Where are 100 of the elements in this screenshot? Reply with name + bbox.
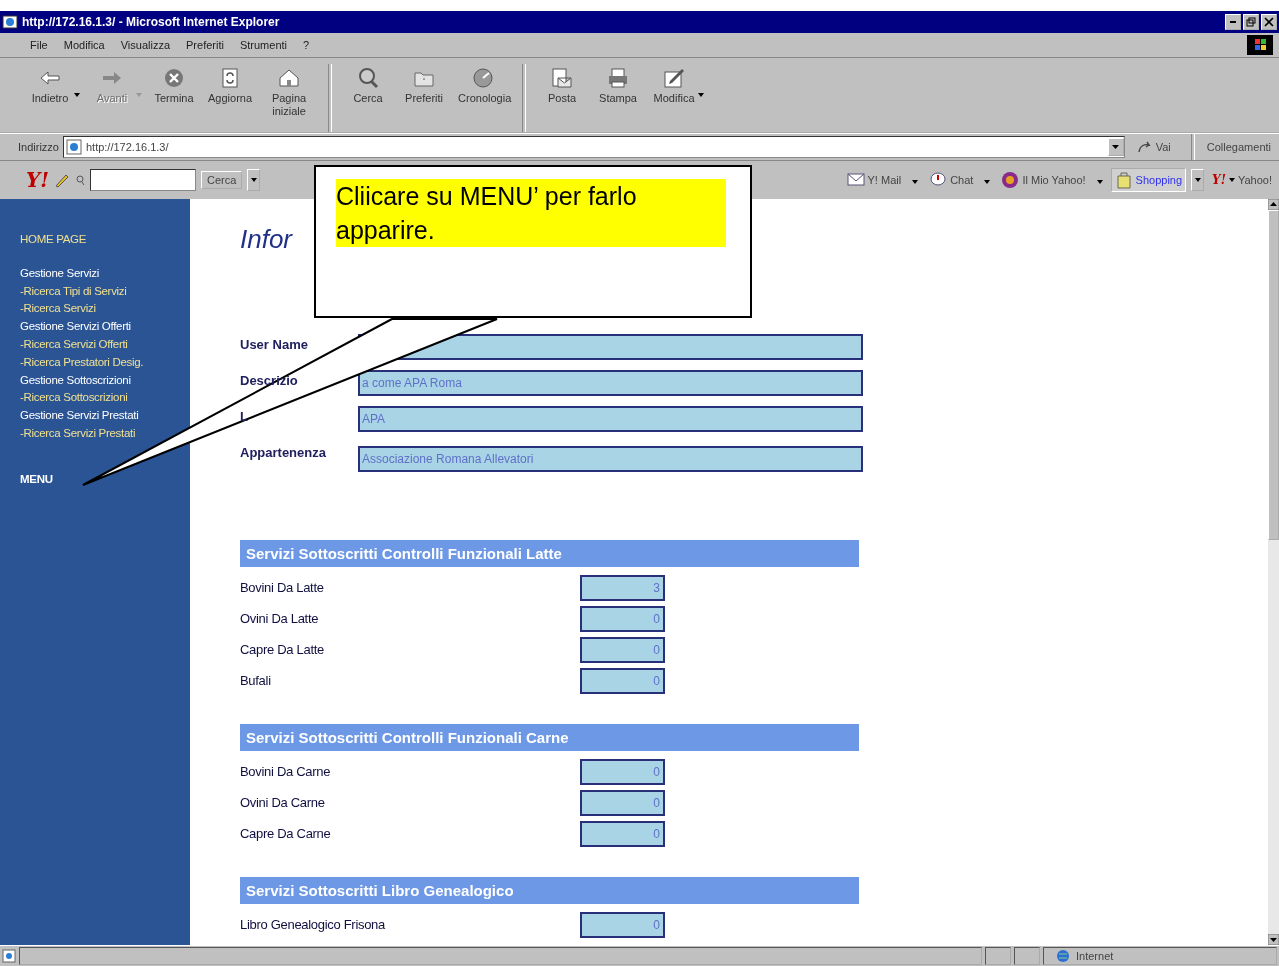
toolbar-button[interactable]: Termina bbox=[146, 64, 202, 107]
status-panel bbox=[1014, 947, 1040, 965]
toolbar-button[interactable]: Posta bbox=[534, 64, 591, 107]
menu-item[interactable]: Strumenti bbox=[239, 39, 287, 51]
search-icon[interactable] bbox=[75, 173, 86, 187]
number-field[interactable]: 0 bbox=[580, 605, 665, 632]
field-label: Bovini Da Carne bbox=[240, 764, 332, 779]
sidebar-link[interactable]: -Ricerca Tipi di Servizi bbox=[20, 282, 127, 301]
caret-icon bbox=[1194, 178, 1201, 182]
field-label: Ovini Da Carne bbox=[240, 795, 326, 810]
field-label: Ovini Da Latte bbox=[240, 611, 320, 626]
number-field[interactable]: 0 bbox=[580, 789, 665, 816]
close-button[interactable] bbox=[1261, 14, 1277, 30]
status-panel bbox=[985, 947, 1011, 965]
toolbar-button[interactable]: Modifica bbox=[646, 64, 699, 107]
speech-bubble-icon bbox=[929, 171, 948, 189]
go-button[interactable]: Vai bbox=[1128, 140, 1179, 154]
restore-button[interactable] bbox=[1243, 14, 1259, 30]
number-field[interactable]: 0 bbox=[580, 758, 665, 785]
toolbar-button[interactable]: Il Mio Yahoo! bbox=[998, 169, 1089, 191]
sidebar-link[interactable]: -Ricerca Servizi Prestati bbox=[20, 424, 136, 443]
toolbar-button[interactable]: Shopping bbox=[1110, 168, 1187, 192]
page-icon bbox=[2, 949, 16, 963]
search-field[interactable] bbox=[90, 169, 197, 191]
sidebar-link[interactable]: Gestione Servizi Offerti bbox=[20, 318, 131, 336]
caret-icon bbox=[698, 93, 705, 97]
section-header: Servizi Sottoscritti Controlli Funzionali Latte bbox=[240, 540, 859, 567]
sidebar-link[interactable]: -Ricerca Servizi bbox=[20, 300, 96, 319]
caret-icon bbox=[912, 180, 919, 184]
number-field[interactable]: 0 bbox=[580, 820, 665, 847]
number-field[interactable]: 0 bbox=[580, 911, 665, 938]
pencil-icon[interactable] bbox=[54, 172, 71, 188]
toolbar-button[interactable]: Stampa bbox=[590, 64, 647, 107]
page-icon bbox=[65, 139, 82, 155]
windows-logo-icon bbox=[1247, 35, 1273, 55]
yahoo-logo[interactable]: Y! bbox=[26, 168, 50, 192]
toolbar-button[interactable]: Y! Mail bbox=[843, 169, 905, 191]
round-logo-icon bbox=[1001, 171, 1020, 189]
address-field[interactable]: http://172.16.1.3/ bbox=[62, 136, 1125, 158]
dropdown-caret[interactable] bbox=[1191, 169, 1205, 191]
status-zone: Internet bbox=[1043, 947, 1277, 965]
toolbar-button[interactable]: Cerca bbox=[340, 64, 397, 107]
field-label: Capre Da Carne bbox=[240, 826, 332, 841]
mail-icon bbox=[550, 66, 575, 90]
caret-icon bbox=[1112, 145, 1120, 149]
menu-link[interactable]: MENU bbox=[20, 470, 53, 489]
shopping-bag-icon bbox=[1114, 171, 1133, 189]
section-header: Servizi Sottoscritti Controlli Funzionali Carne bbox=[240, 724, 859, 751]
field-label: Libro Genealogico Frisona bbox=[240, 917, 386, 932]
toolbar-button[interactable]: Aggiorna bbox=[202, 64, 259, 107]
envelope-icon bbox=[846, 171, 865, 189]
field-label: Capre Da Latte bbox=[240, 642, 325, 657]
field-label: Bufali bbox=[240, 673, 272, 688]
edit-page-icon bbox=[662, 66, 687, 90]
dropdown-button[interactable] bbox=[247, 169, 261, 191]
field-label: Bovini Da Latte bbox=[240, 580, 325, 595]
toolbar-button[interactable]: Pagina iniziale bbox=[258, 64, 321, 120]
toolbar-button[interactable]: Chat bbox=[926, 169, 977, 191]
browser-icon bbox=[2, 14, 18, 30]
number-field[interactable]: 0 bbox=[580, 667, 665, 694]
field-label: User Name bbox=[240, 336, 309, 354]
callout-text: Cliicare su MENU’ per farlo apparire. bbox=[336, 179, 726, 247]
minimize-icon bbox=[1230, 21, 1236, 23]
caret-icon bbox=[1096, 180, 1103, 184]
caret-icon bbox=[74, 93, 80, 97]
close-icon bbox=[1264, 17, 1274, 27]
sidebar-link[interactable]: Gestione Servizi bbox=[20, 264, 99, 283]
minimize-button[interactable] bbox=[1225, 14, 1241, 30]
dropdown-button[interactable] bbox=[1107, 138, 1124, 156]
search-button[interactable]: Cerca bbox=[201, 171, 243, 189]
menu-item[interactable]: Modifica bbox=[63, 39, 105, 51]
restore-icon bbox=[1246, 17, 1256, 27]
menu-item[interactable]: Visualizza bbox=[120, 39, 171, 51]
number-field[interactable]: 0 bbox=[580, 636, 665, 663]
caret-icon bbox=[1228, 178, 1235, 182]
links-button[interactable]: Collegamenti bbox=[1206, 141, 1275, 153]
yahoo-button[interactable]: Y! Yahoo! bbox=[1209, 171, 1275, 189]
go-arrow-icon bbox=[1136, 140, 1153, 154]
stop-icon bbox=[162, 66, 186, 90]
caret-icon bbox=[984, 180, 991, 184]
caret-icon bbox=[136, 93, 142, 97]
sidebar-link[interactable]: HOME PAGE bbox=[20, 231, 87, 249]
scrollbar[interactable] bbox=[1268, 199, 1279, 945]
sidebar-link[interactable]: -Ricerca Prestatori Desig. bbox=[20, 353, 144, 372]
address-label: Indirizzo bbox=[18, 141, 59, 153]
menu-item[interactable]: Preferiti bbox=[186, 39, 224, 51]
section-header: Servizi Sottoscritti Libro Genealogico bbox=[240, 877, 859, 904]
toolbar-button[interactable]: Cronologia bbox=[452, 64, 515, 107]
sidebar-link[interactable]: -Ricerca Sottoscrizioni bbox=[20, 389, 128, 408]
menu-item[interactable]: File bbox=[30, 39, 48, 51]
toolbar-button[interactable]: Preferiti bbox=[396, 64, 453, 107]
window-title: http://172.16.1.3/ - Microsoft Internet Explorer bbox=[22, 15, 280, 29]
sidebar-link[interactable]: Gestione Servizi Prestati bbox=[20, 407, 139, 425]
field-label: Appartenenza bbox=[240, 444, 327, 462]
caret-icon bbox=[250, 178, 257, 182]
menu-item[interactable]: ? bbox=[303, 39, 310, 51]
search-icon bbox=[356, 66, 381, 90]
toolbar-button[interactable]: Indietro bbox=[22, 64, 74, 107]
sidebar-link[interactable]: -Ricerca Servizi Offerti bbox=[20, 336, 128, 354]
sidebar-link[interactable]: Gestione Sottoscrizioni bbox=[20, 371, 131, 390]
